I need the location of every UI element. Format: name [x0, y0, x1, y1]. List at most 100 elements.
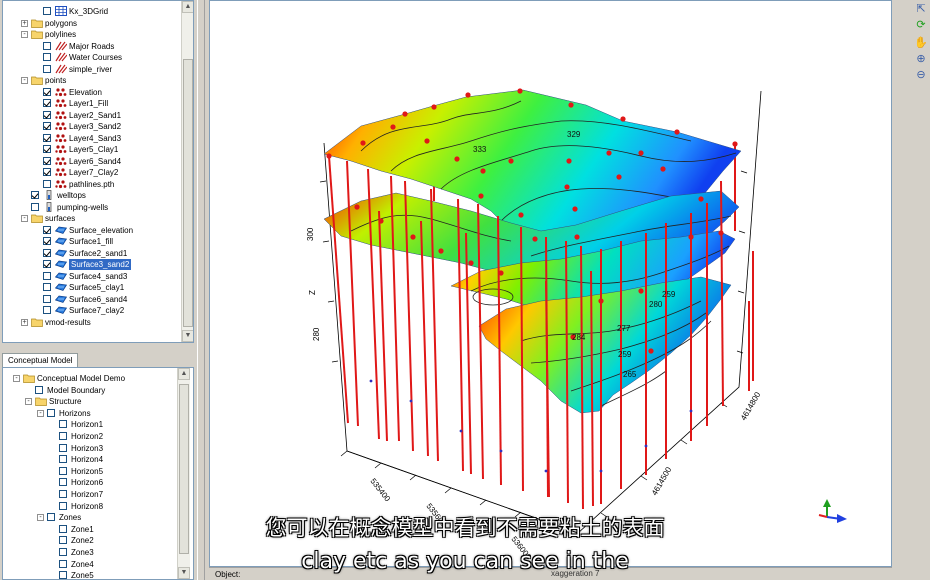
visibility-checkbox[interactable]	[43, 110, 51, 119]
surface-icon	[54, 294, 68, 304]
well-icon	[43, 201, 55, 212]
visibility-checkbox[interactable]	[43, 133, 51, 142]
3d-scene: 333 329 284 280 277 259 265 259 Z 300 28…	[306, 88, 847, 562]
tab-conceptual-model[interactable]: Conceptual Model	[2, 353, 79, 367]
z-axis-title: Z	[308, 290, 317, 295]
z-tick-label: 280	[312, 327, 321, 341]
expand-icon[interactable]: +	[21, 19, 28, 27]
tree-item-label: Layer4_Sand3	[69, 133, 122, 143]
tree-item-label: Surface_elevation	[69, 225, 134, 235]
subtitle-chinese: 您可以在概念模型中看到不需要粘土的表面	[265, 516, 665, 540]
surface-icon	[54, 248, 68, 258]
visibility-checkbox[interactable]	[59, 490, 67, 498]
visibility-checkbox[interactable]	[31, 191, 39, 199]
scroll-down-arrow[interactable]: ▼	[182, 330, 193, 342]
folder-icon	[35, 396, 47, 407]
tree-item-label: Horizon2	[71, 432, 104, 441]
visibility-checkbox[interactable]	[59, 455, 67, 464]
visibility-checkbox[interactable]	[43, 7, 51, 15]
tree-item-label: vmod-results	[45, 317, 91, 327]
visibility-checkbox[interactable]	[43, 64, 51, 73]
visibility-checkbox[interactable]	[59, 443, 67, 452]
visibility-checkbox[interactable]	[59, 420, 67, 429]
zoom-out-icon[interactable]: ⊖	[914, 68, 928, 82]
visibility-checkbox[interactable]	[43, 87, 51, 96]
contour-label: 265	[623, 370, 637, 379]
visibility-checkbox[interactable]	[43, 41, 51, 50]
points-icon	[55, 144, 67, 154]
visibility-checkbox[interactable]	[59, 501, 67, 510]
scroll-up-arrow[interactable]: ▲	[178, 368, 190, 380]
visibility-checkbox[interactable]	[43, 248, 51, 257]
expand-icon[interactable]: +	[21, 318, 28, 326]
visibility-checkbox[interactable]	[43, 122, 51, 130]
well-screen-markers	[369, 379, 693, 473]
tree-item-label: surfaces	[45, 214, 76, 223]
viewer-scrollbar[interactable]	[893, 0, 909, 567]
tree-item-label: Horizon6	[71, 478, 104, 488]
contour-label: 329	[567, 130, 581, 139]
vertical-splitter[interactable]	[197, 0, 205, 580]
visibility-checkbox[interactable]	[47, 408, 55, 417]
points-icon	[55, 87, 67, 97]
rotate-icon[interactable]: ⟳	[914, 18, 928, 32]
scroll-thumb[interactable]	[183, 59, 193, 327]
tree-item-label: simple_river	[69, 64, 113, 74]
lines-icon	[55, 64, 68, 74]
visibility-checkbox[interactable]	[43, 99, 51, 107]
visibility-checkbox[interactable]	[43, 145, 51, 153]
tree-item-label: Layer3_Sand2	[69, 122, 122, 131]
lines-icon	[55, 52, 68, 62]
visibility-checkbox[interactable]	[43, 260, 51, 268]
tree-item-label: Surface1_fill	[69, 237, 114, 246]
visibility-checkbox[interactable]	[43, 237, 51, 245]
collapse-icon[interactable]: -	[13, 375, 20, 382]
tree-item-label: Model Boundary	[47, 385, 106, 395]
pointer-icon[interactable]: ⇱	[914, 2, 928, 16]
visibility-checkbox[interactable]	[31, 202, 39, 211]
surface-icon	[54, 225, 68, 235]
collapse-icon[interactable]: -	[21, 31, 28, 38]
scroll-up-arrow[interactable]: ▲	[182, 1, 193, 13]
tree-item-label: Horizons	[59, 408, 91, 418]
collapse-icon[interactable]: -	[25, 398, 32, 406]
visibility-checkbox[interactable]	[43, 225, 51, 234]
visibility-checkbox[interactable]	[43, 271, 51, 280]
points-icon	[55, 121, 67, 131]
tree-item-label: Surface3_sand2	[69, 259, 132, 270]
tree-item-label: Elevation	[69, 87, 102, 97]
visibility-checkbox[interactable]	[43, 283, 51, 291]
visibility-checkbox[interactable]	[43, 168, 51, 176]
collapse-icon[interactable]: -	[37, 409, 44, 417]
tree-item-label: Conceptual Model Demo	[37, 374, 126, 383]
tree-item-label: welltops	[57, 191, 86, 200]
collapse-icon[interactable]: -	[21, 77, 28, 84]
tree-item-label: Layer2_Sand1	[69, 110, 122, 120]
pan-icon[interactable]: ✋	[914, 36, 928, 50]
visibility-checkbox[interactable]	[43, 306, 51, 314]
zoom-in-icon[interactable]: ⊕	[914, 52, 928, 66]
tree-item-label: Horizon3	[71, 443, 104, 453]
points-icon	[55, 133, 67, 143]
visibility-checkbox[interactable]	[35, 385, 43, 394]
visibility-checkbox[interactable]	[43, 294, 51, 303]
collapse-icon[interactable]: -	[21, 215, 28, 222]
tab-label: Conceptual Model	[8, 356, 73, 365]
data-tree-scrollbar[interactable]: ▲ ▼	[181, 1, 193, 342]
visibility-checkbox[interactable]	[59, 478, 67, 487]
visibility-checkbox[interactable]	[59, 466, 67, 475]
visibility-checkbox[interactable]	[59, 432, 67, 440]
visibility-checkbox[interactable]	[43, 53, 51, 61]
tree-item-label: pathlines.pth	[69, 179, 115, 189]
3d-viewer[interactable]: 333 329 284 280 277 259 265 259 Z 300 28…	[209, 0, 892, 567]
tree-item-label: Layer5_Clay1	[69, 145, 119, 154]
tree-item-label: points	[45, 76, 67, 85]
surface-icon	[54, 259, 68, 269]
surface-icon	[54, 271, 68, 281]
visibility-checkbox[interactable]	[43, 179, 51, 188]
z-tick-label: 300	[306, 227, 315, 241]
tree-item-label: polylines	[45, 30, 77, 39]
tree-item-label: Horizon1	[71, 420, 104, 430]
model-tree-scrollbar[interactable]: ▲ ▼	[177, 368, 190, 579]
visibility-checkbox[interactable]	[43, 156, 51, 165]
